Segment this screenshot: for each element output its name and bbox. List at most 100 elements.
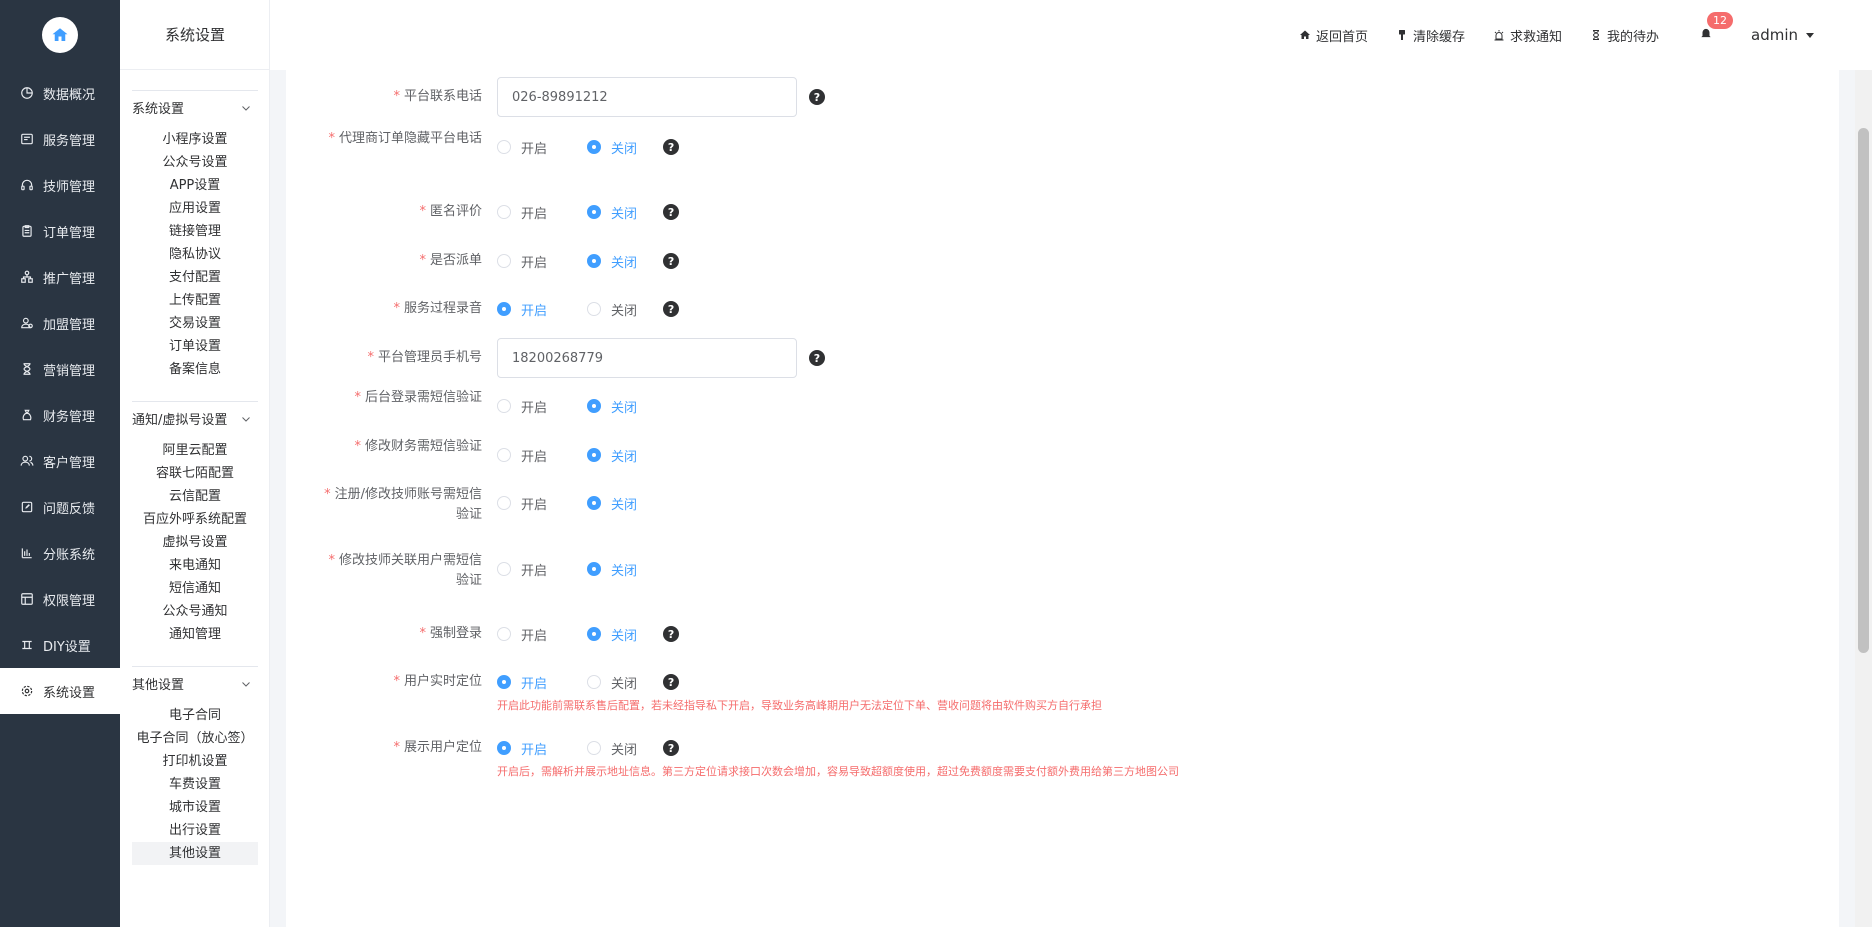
- nav-item-11[interactable]: 权限管理: [0, 576, 120, 622]
- sub-menu-item[interactable]: 隐私协议: [132, 243, 258, 266]
- radio-off[interactable]: 关闭: [587, 673, 637, 692]
- radio-on[interactable]: 开启: [497, 252, 547, 271]
- sub-menu-item[interactable]: 支付配置: [132, 266, 258, 289]
- nav-item-label: 推广管理: [43, 271, 96, 287]
- sub-menu-item[interactable]: 通知管理: [132, 623, 258, 646]
- header-link-3[interactable]: 我的待办: [1590, 26, 1659, 45]
- nav-item-4[interactable]: 推广管理: [0, 254, 120, 300]
- nav-item-8[interactable]: 客户管理: [0, 438, 120, 484]
- sub-menu-item[interactable]: 出行设置: [132, 819, 258, 842]
- sub-menu-item[interactable]: 虚拟号设置: [132, 531, 258, 554]
- nav-item-12[interactable]: DIY设置: [0, 622, 120, 668]
- form-row-12: * 展示用户定位 开启 关闭?: [286, 728, 1486, 768]
- home-icon: [1299, 30, 1310, 39]
- radio-off[interactable]: 关闭: [587, 739, 637, 758]
- nav-item-3[interactable]: 订单管理: [0, 208, 120, 254]
- sub-menu-item[interactable]: 来电通知: [132, 554, 258, 577]
- sub-menu-item[interactable]: 车费设置: [132, 773, 258, 796]
- sub-menu-item[interactable]: 链接管理: [132, 220, 258, 243]
- sub-menu-item[interactable]: 电子合同: [132, 704, 258, 727]
- sub-group-header-2[interactable]: 其他设置: [132, 666, 258, 700]
- sub-menu-item[interactable]: 其他设置: [132, 842, 258, 865]
- nav-item-13[interactable]: 系统设置: [0, 668, 120, 714]
- help-icon[interactable]: ?: [809, 89, 825, 105]
- sub-menu-item[interactable]: 打印机设置: [132, 750, 258, 773]
- nav-item-10[interactable]: 分账系统: [0, 530, 120, 576]
- text-input[interactable]: 18200268779: [497, 338, 797, 378]
- radio-on[interactable]: 开启: [497, 300, 547, 319]
- user-menu[interactable]: admin: [1751, 26, 1814, 44]
- nav-item-1[interactable]: 服务管理: [0, 116, 120, 162]
- radio-off[interactable]: 关闭: [587, 494, 637, 513]
- sub-menu-item[interactable]: 公众号设置: [132, 151, 258, 174]
- nav-item-0[interactable]: 数据概况: [0, 70, 120, 116]
- sub-menu-item[interactable]: 容联七陌配置: [132, 462, 258, 485]
- radio-on[interactable]: 开启: [497, 673, 547, 692]
- radio-on[interactable]: 开启: [497, 739, 547, 758]
- help-icon[interactable]: ?: [663, 253, 680, 269]
- radio-label: 开启: [521, 449, 548, 465]
- sub-group-header-0[interactable]: 系统设置: [132, 90, 258, 124]
- nav-item-2[interactable]: 技师管理: [0, 162, 120, 208]
- radio-label: 关闭: [611, 628, 638, 644]
- sub-menu-item[interactable]: 阿里云配置: [132, 439, 258, 462]
- radio-on[interactable]: 开启: [497, 446, 547, 465]
- radio-on[interactable]: 开启: [497, 625, 547, 644]
- radio-off[interactable]: 关闭: [587, 203, 637, 222]
- radio-on[interactable]: 开启: [497, 138, 547, 157]
- help-icon[interactable]: ?: [663, 674, 680, 690]
- nav-item-5[interactable]: 加盟管理: [0, 300, 120, 346]
- form-control: 开启 关闭: [497, 483, 677, 523]
- header-link-1[interactable]: 清除缓存: [1396, 26, 1465, 45]
- radio-dot: [497, 254, 511, 268]
- help-icon[interactable]: ?: [663, 626, 680, 642]
- sub-menu-item[interactable]: 应用设置: [132, 197, 258, 220]
- help-icon[interactable]: ?: [809, 350, 825, 366]
- sub-menu-item[interactable]: 备案信息: [132, 358, 258, 381]
- form-label: * 服务过程录音: [316, 299, 482, 319]
- radio-off[interactable]: 关闭: [587, 138, 637, 157]
- help-icon[interactable]: ?: [663, 301, 680, 317]
- radio-on[interactable]: 开启: [497, 203, 547, 222]
- radio-off[interactable]: 关闭: [587, 625, 637, 644]
- sub-menu-item[interactable]: 百应外呼系统配置: [132, 508, 258, 531]
- sub-menu-item[interactable]: 云信配置: [132, 485, 258, 508]
- sub-menu-item[interactable]: 订单设置: [132, 335, 258, 358]
- required-mark: *: [354, 439, 361, 454]
- radio-off[interactable]: 关闭: [587, 397, 637, 416]
- radio-off[interactable]: 关闭: [587, 300, 637, 319]
- headset-icon: [21, 179, 33, 191]
- help-icon[interactable]: ?: [663, 204, 680, 220]
- form-label: * 后台登录需短信验证: [316, 388, 482, 408]
- form-row-7: * 修改财务需短信验证 开启 关闭: [286, 435, 1486, 483]
- sub-group-header-1[interactable]: 通知/虚拟号设置: [132, 401, 258, 435]
- sub-menu-item[interactable]: 电子合同（放心签）: [132, 727, 258, 750]
- sub-menu-item[interactable]: 小程序设置: [132, 128, 258, 151]
- help-icon[interactable]: ?: [663, 740, 680, 756]
- radio-on[interactable]: 开启: [497, 494, 547, 513]
- sub-menu-item[interactable]: 城市设置: [132, 796, 258, 819]
- radio-off[interactable]: 关闭: [587, 252, 637, 271]
- nav-item-label: 营销管理: [43, 363, 96, 379]
- sub-menu-item[interactable]: 公众号通知: [132, 600, 258, 623]
- nav-item-6[interactable]: 营销管理: [0, 346, 120, 392]
- notification-bell[interactable]: 12: [1699, 12, 1733, 44]
- header-link-0[interactable]: 返回首页: [1299, 26, 1368, 45]
- radio-off[interactable]: 关闭: [587, 560, 637, 579]
- logo[interactable]: [42, 17, 78, 53]
- header-link-2[interactable]: 求救通知: [1493, 26, 1562, 45]
- radio-on[interactable]: 开启: [497, 560, 547, 579]
- sub-menu-item[interactable]: 短信通知: [132, 577, 258, 600]
- text-input[interactable]: 026-89891212: [497, 77, 797, 117]
- scrollbar-thumb[interactable]: [1858, 128, 1869, 653]
- sub-menu-item[interactable]: APP设置: [132, 174, 258, 197]
- radio-label: 关闭: [611, 206, 638, 222]
- radio-off[interactable]: 关闭: [587, 446, 637, 465]
- sub-menu-item[interactable]: 上传配置: [132, 289, 258, 312]
- radio-on[interactable]: 开启: [497, 397, 547, 416]
- page-scrollbar[interactable]: [1855, 70, 1872, 927]
- help-icon[interactable]: ?: [663, 139, 680, 155]
- nav-item-7[interactable]: 财务管理: [0, 392, 120, 438]
- nav-item-9[interactable]: 问题反馈: [0, 484, 120, 530]
- sub-menu-item[interactable]: 交易设置: [132, 312, 258, 335]
